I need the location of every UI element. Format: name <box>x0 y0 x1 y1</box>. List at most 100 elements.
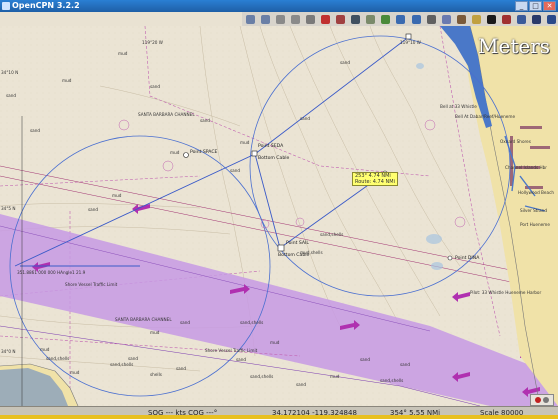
route-manager-icon <box>441 14 451 24</box>
status-bar: SOG --- kts COG ---° 34.172104 -119.3248… <box>0 406 558 419</box>
route-manager-button[interactable] <box>440 13 453 25</box>
depth-label: sand <box>200 118 211 123</box>
depth-label: mud <box>40 347 50 352</box>
route-button[interactable] <box>319 13 332 25</box>
depth-label: mud <box>70 370 80 375</box>
main-toolbar <box>242 12 558 27</box>
ais-alert-icon <box>546 14 556 24</box>
lat-tick: 34°0 N <box>1 349 16 354</box>
depth-label: shells <box>150 372 162 377</box>
print-icon <box>426 14 436 24</box>
track-button[interactable] <box>349 13 362 25</box>
scale-in-button[interactable] <box>274 13 287 25</box>
zoom-in-button[interactable] <box>244 13 257 25</box>
cursor-note: 351.8861 000 000 HAngle1 21.9 <box>17 270 86 275</box>
depth-label: sand <box>230 168 241 173</box>
depth-label: sand,shells <box>380 378 404 383</box>
zoom-out-button[interactable] <box>259 13 272 25</box>
quit-button[interactable] <box>530 13 543 25</box>
waypoint-label-dina[interactable]: Point DINA <box>455 256 479 261</box>
compass-icon <box>543 397 549 403</box>
text-icon <box>366 14 376 24</box>
zoom-in-icon <box>246 14 256 24</box>
window-controls: _ □ ✕ <box>515 1 556 11</box>
lon-tick: 119°20 W <box>142 40 163 45</box>
bearing-distance-readout: 354° 5.55 NMi <box>390 409 441 417</box>
depth-label: mud <box>330 374 340 379</box>
route-total-text: Route: 4.74 NMi <box>355 179 395 185</box>
route-popup: 253° 4.74 NMi Route: 4.74 NMi <box>352 172 398 186</box>
current-button[interactable] <box>485 13 498 25</box>
area-label: Pilot: 33 Whistle Hueneme Harbor <box>470 290 542 295</box>
globe-button[interactable] <box>410 13 423 25</box>
tide-icon <box>471 14 481 24</box>
follow-button[interactable] <box>334 13 347 25</box>
quit-icon <box>531 14 541 24</box>
waypoint-label-sail[interactable]: Point SAIL <box>286 241 309 246</box>
current-icon <box>486 14 496 24</box>
ais-alert-button[interactable] <box>545 13 558 25</box>
depth-label: sand,shells <box>110 362 134 367</box>
depth-label: sand <box>150 84 161 89</box>
chart-icon <box>396 14 406 24</box>
depth-label: sand <box>180 320 191 325</box>
maximize-button[interactable]: □ <box>529 1 542 11</box>
area-label: Silver Strand <box>520 208 547 213</box>
help-button[interactable] <box>515 13 528 25</box>
depth-label: sand,shells <box>320 232 344 237</box>
window-title: OpenCPN 3.2.2 <box>12 1 80 10</box>
area-label: Bell at 33 Whistle <box>440 104 477 109</box>
gps-off-icon <box>535 397 541 403</box>
waypoint-label-cable[interactable]: Bottom Cable <box>258 156 289 161</box>
track-icon <box>351 14 361 24</box>
area-label: SANTA BARBARA CHANNEL <box>138 112 195 117</box>
scale-out-button[interactable] <box>289 13 302 25</box>
waypoint-label-space[interactable]: Point SPACE <box>190 150 217 155</box>
scale-readout: Scale 80000 <box>480 409 524 417</box>
depth-label: mud <box>240 140 250 145</box>
depth-label: sand <box>300 116 311 121</box>
area-label: Shore Vessel Traffic Limit <box>205 348 258 353</box>
depth-label: sand,shells <box>46 356 70 361</box>
chart-canvas[interactable] <box>0 26 558 406</box>
depth-label: mud <box>118 51 128 56</box>
waypoint-label-seda[interactable]: Point SEDA <box>258 144 283 149</box>
ais-icon <box>456 14 466 24</box>
anchor-button[interactable] <box>304 13 317 25</box>
depth-label: sand,shells <box>250 374 274 379</box>
minimize-button[interactable]: _ <box>515 1 528 11</box>
depth-label: mud <box>270 340 280 345</box>
scale-in-icon <box>276 14 286 24</box>
lat-tick: 34°5 N <box>1 206 16 211</box>
depth-label: sand <box>360 357 371 362</box>
area-label: Oxnard Shores <box>500 139 531 144</box>
units-overlay: Meters <box>478 34 551 58</box>
depth-label: sand <box>236 357 247 362</box>
help-icon <box>516 14 526 24</box>
lat-tick: 34°10 N <box>1 70 19 75</box>
tide-button[interactable] <box>470 13 483 25</box>
title-bar: OpenCPN 3.2.2 _ □ ✕ <box>0 0 558 12</box>
settings-button[interactable] <box>379 13 392 25</box>
depth-label: sand <box>340 60 351 65</box>
anchor-icon <box>306 14 316 24</box>
cursor-position-readout: 34.172104 -119.324848 <box>272 409 357 417</box>
depth-label: mud <box>62 78 72 83</box>
lon-tick: 119°10 W <box>400 40 421 45</box>
ais-button[interactable] <box>455 13 468 25</box>
depth-label: sand <box>128 356 139 361</box>
depth-label: sand <box>400 362 411 367</box>
chart-button[interactable] <box>394 13 407 25</box>
colorscheme-button[interactable] <box>500 13 513 25</box>
close-button[interactable]: ✕ <box>543 1 556 11</box>
area-label: Bell At Dabar/Reef/Hueneme <box>455 114 516 119</box>
follow-icon <box>336 14 346 24</box>
settings-icon <box>381 14 391 24</box>
app-icon <box>2 2 10 10</box>
zoom-out-icon <box>261 14 271 24</box>
depth-label: sand <box>30 128 41 133</box>
text-button[interactable] <box>364 13 377 25</box>
print-button[interactable] <box>425 13 438 25</box>
gps-status-indicator[interactable] <box>530 394 554 406</box>
depth-label: sand <box>6 93 17 98</box>
